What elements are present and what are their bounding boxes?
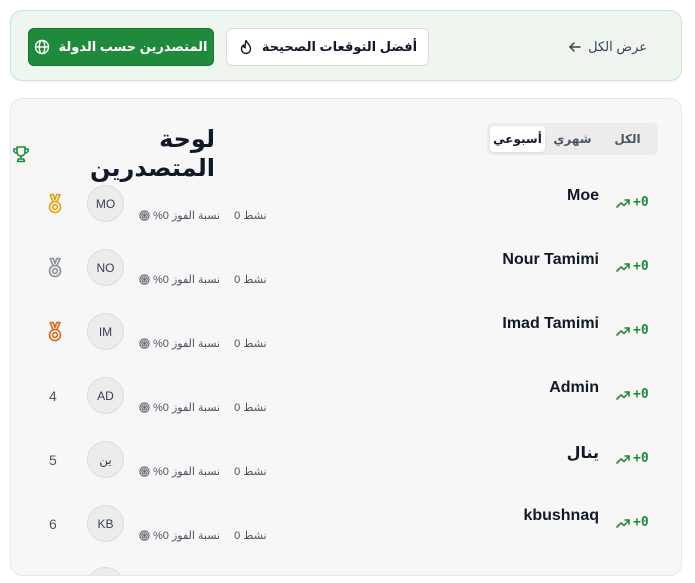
user-stats: %نسبة الفوز 0 نشط 0 [139,401,267,414]
active-stat: نشط 0 [234,274,267,286]
target-icon [139,274,150,285]
score-change-value: +0 [633,195,649,210]
win-rate-stat: %نسبة الفوز 0 [139,529,220,542]
active-stat: نشط 0 [234,338,267,350]
user-stats: %نسبة الفوز 0 نشط 0 [139,465,267,478]
rank-number: 5 [49,452,57,468]
leaderboard-row[interactable]: 4 AD %نسبة الفوز 0 نشط 0 Admin +0 [11,371,681,435]
win-rate-stat: %نسبة الفوز 0 [139,209,220,222]
rank-number: 4 [49,388,57,404]
leaderboard-card: لوحة المتصدرين الكل شهري أسبوعي MO %نسبة … [10,98,682,576]
avatar: NO [87,249,124,286]
score-change: +0 [616,195,649,210]
trending-up-icon [616,452,630,466]
score-change: +0 [616,515,649,530]
target-icon [139,402,150,413]
target-icon [139,210,150,221]
avatar: AD [87,377,124,414]
score-change: +0 [616,387,649,402]
active-stat: نشط 0 [234,210,267,222]
trending-up-icon [616,388,630,402]
avatar: IM [87,313,124,350]
arrow-left-icon [568,40,582,54]
win-rate-label: %نسبة الفوز 0 [153,210,221,222]
user-name[interactable]: Moe [567,187,599,205]
rank-number: 6 [49,516,57,532]
leaderboard-row[interactable]: 6 KB %نسبة الفوز 0 نشط 0 kbushnaq +0 [11,499,681,563]
score-change: +0 [616,259,649,274]
score-change: +0 [616,451,649,466]
flame-icon [238,39,254,55]
leaderboard-list: MO %نسبة الفوز 0 نشط 0 Moe +0 NO %نسبة الفوز 0… [11,99,681,575]
user-stats: %نسبة الفوز 0 نشط 0 [139,273,267,286]
trending-up-icon [616,196,630,210]
target-icon [139,466,150,477]
score-change-value: +0 [633,515,649,530]
globe-icon [34,39,50,55]
win-rate-label: %نسبة الفوز 0 [153,274,221,286]
score-change-value: +0 [633,387,649,402]
leaderboard-row[interactable]: NO %نسبة الفوز 0 نشط 0 Nour Tamimi +0 [11,243,681,307]
active-stat: نشط 0 [234,466,267,478]
user-stats: %نسبة الفوز 0 نشط 0 [139,337,267,350]
view-all-link[interactable]: عرض الكل [568,37,647,57]
win-rate-stat: %نسبة الفوز 0 [139,337,220,350]
view-all-label: عرض الكل [588,39,647,54]
active-stat: نشط 0 [234,402,267,414]
win-rate-label: %نسبة الفوز 0 [153,530,221,542]
win-rate-label: %نسبة الفوز 0 [153,466,221,478]
win-rate-label: %نسبة الفوز 0 [153,338,221,350]
silver-medal-icon [45,257,65,279]
user-stats: %نسبة الفوز 0 نشط 0 [139,529,267,542]
gold-medal-icon [45,193,65,215]
avatar: ين [87,441,124,478]
leaderboard-row[interactable]: MO %نسبة الفوز 0 نشط 0 Moe +0 [11,179,681,243]
win-rate-stat: %نسبة الفوز 0 [139,401,220,414]
country-button-label: المتصدرين حسب الدولة [58,39,208,54]
user-name[interactable]: kbushnaq [523,507,599,525]
target-icon [139,338,150,349]
leaderboard-row[interactable]: IM %نسبة الفوز 0 نشط 0 Imad Tamimi +0 [11,307,681,371]
top-actions-bar: المتصدرين حسب الدولة أفضل التوقعات الصحي… [10,10,682,81]
active-stat: نشط 0 [234,530,267,542]
best-predictions-button[interactable]: أفضل التوقعات الصحيحة [226,28,429,66]
user-name[interactable]: Admin [549,379,599,397]
leaderboard-row[interactable]: 5 ين %نسبة الفوز 0 نشط 0 ينال +0 [11,435,681,499]
win-rate-label: %نسبة الفوز 0 [153,402,221,414]
score-change-value: +0 [633,259,649,274]
avatar: KB [87,505,124,542]
win-rate-stat: %نسبة الفوز 0 [139,273,220,286]
user-name[interactable]: ينال [567,443,599,463]
leaders-by-country-button[interactable]: المتصدرين حسب الدولة [28,28,214,66]
trending-up-icon [616,516,630,530]
target-icon [139,530,150,541]
user-name[interactable]: Imad Tamimi [502,315,599,333]
bronze-medal-icon [45,321,65,343]
predictions-button-label: أفضل التوقعات الصحيحة [261,39,418,54]
score-change-value: +0 [633,323,649,338]
win-rate-stat: %نسبة الفوز 0 [139,465,220,478]
trending-up-icon [616,260,630,274]
avatar: MO [87,185,124,222]
score-change: +0 [616,323,649,338]
avatar [87,567,124,575]
score-change-value: +0 [633,451,649,466]
user-name[interactable]: Nour Tamimi [502,251,599,269]
trending-up-icon [616,324,630,338]
user-stats: %نسبة الفوز 0 نشط 0 [139,209,267,222]
